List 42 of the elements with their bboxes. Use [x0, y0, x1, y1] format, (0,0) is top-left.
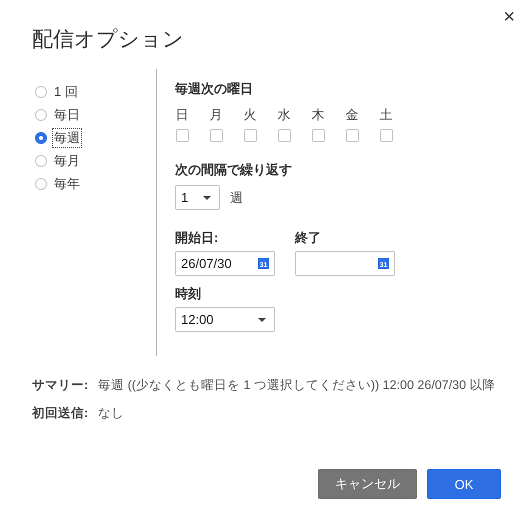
checkbox[interactable]: [210, 129, 222, 142]
radio-label[interactable]: 毎年: [53, 174, 81, 192]
weekday-label: 月: [210, 106, 222, 124]
radio-button[interactable]: [35, 154, 47, 166]
weekday-label: 土: [380, 106, 392, 124]
weekday-label: 水: [278, 106, 290, 124]
radio-button[interactable]: [35, 108, 47, 120]
checkbox[interactable]: [346, 129, 358, 142]
interval-unit: 週: [230, 188, 243, 206]
summary-value: なし: [98, 405, 126, 422]
ok-button[interactable]: OK: [427, 469, 501, 499]
checkbox[interactable]: [278, 129, 290, 142]
summary-label: 初回送信:: [32, 405, 88, 422]
radio-label[interactable]: 1 回: [53, 82, 79, 100]
interval-dropdown[interactable]: 1: [175, 185, 220, 210]
radio-button[interactable]: [35, 178, 47, 190]
field-label: 終了: [295, 229, 322, 247]
weekday-label: 日: [176, 106, 188, 124]
caret-icon: [258, 318, 266, 322]
weekday-label: 木: [312, 106, 324, 124]
checkbox[interactable]: [312, 129, 324, 142]
cancel-button[interactable]: キャンセル: [318, 469, 417, 499]
caret-icon: [203, 196, 211, 200]
radio-button[interactable]: [35, 86, 47, 98]
checkbox[interactable]: [380, 129, 392, 142]
field-label: 時刻: [175, 285, 202, 303]
radio-label[interactable]: 毎週: [53, 128, 81, 146]
dialog-title: 配信オプション: [32, 27, 184, 53]
checkbox[interactable]: [176, 129, 188, 142]
weekday-label: 金: [346, 106, 358, 124]
field-label: 開始日:: [175, 229, 220, 247]
weekday-label: 火: [244, 106, 256, 124]
summary-value: 毎週 ((少なくとも曜日を 1 つ選択してください)) 12:00 26/07/30 以降: [98, 377, 496, 394]
close-button[interactable]: ×: [503, 6, 515, 29]
time-dropdown[interactable]: 12:00: [175, 307, 275, 332]
radio-label[interactable]: 毎日: [53, 106, 81, 124]
section-heading: 次の間隔で繰り返す: [175, 161, 293, 179]
radio-button[interactable]: [35, 132, 47, 144]
checkbox[interactable]: [244, 129, 256, 142]
summary-label: サマリー:: [32, 377, 88, 394]
section-heading: 毎週次の曜日: [175, 80, 254, 98]
radio-label[interactable]: 毎月: [53, 152, 81, 170]
